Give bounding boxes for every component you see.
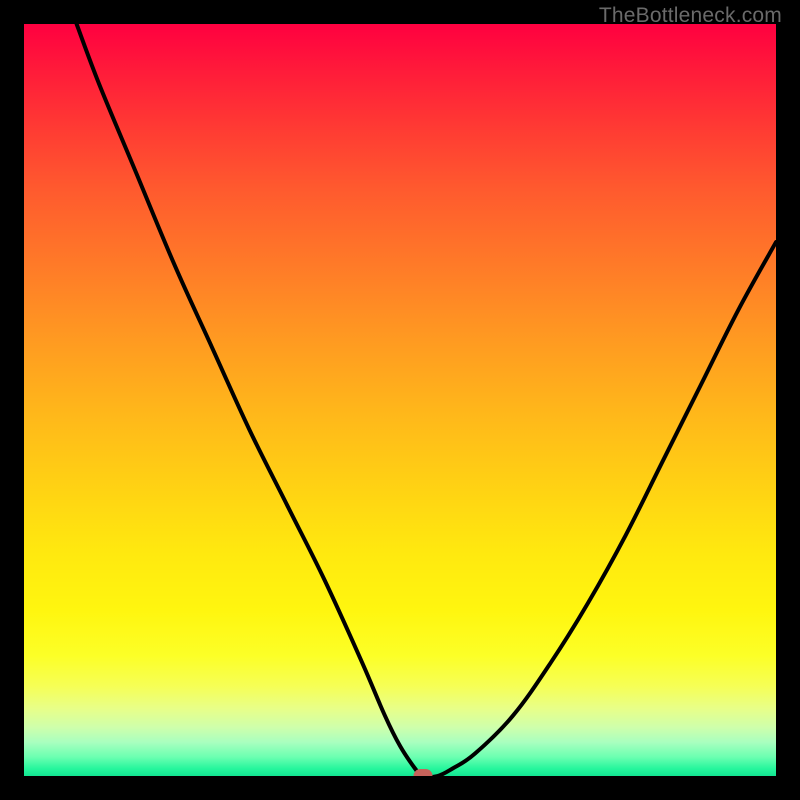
bottleneck-curve-path xyxy=(77,24,776,776)
optimum-marker xyxy=(413,769,432,776)
curve-svg xyxy=(24,24,776,776)
chart-frame: TheBottleneck.com xyxy=(0,0,800,800)
watermark-text: TheBottleneck.com xyxy=(599,4,782,28)
plot-area xyxy=(24,24,776,776)
